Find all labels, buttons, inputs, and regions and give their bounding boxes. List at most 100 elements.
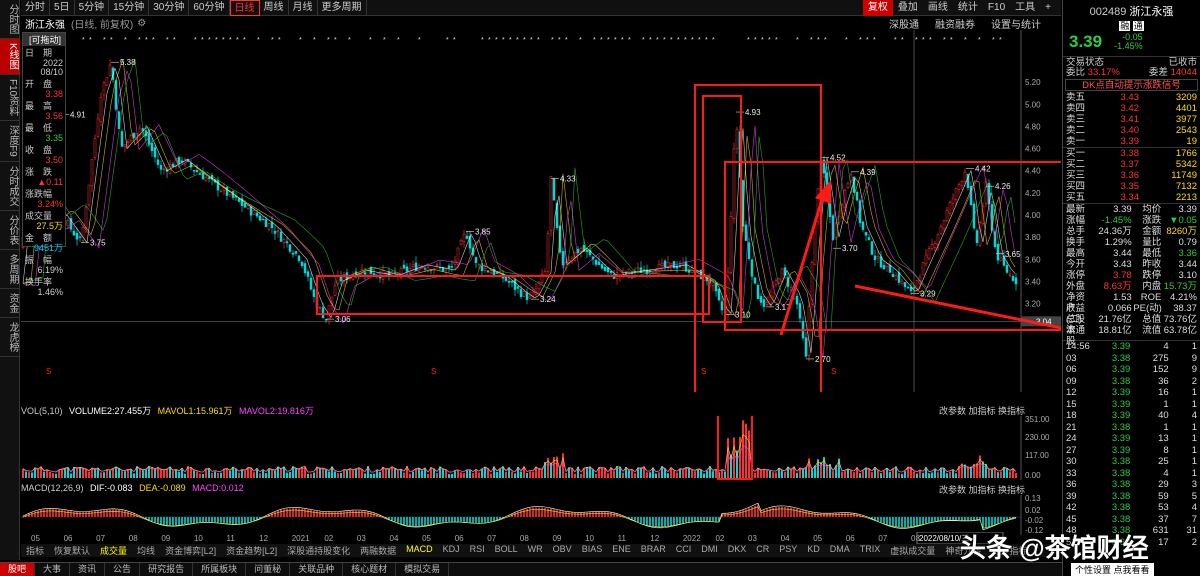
tool-6[interactable]: + — [1040, 0, 1056, 16]
indicator-tab-0[interactable]: 指标 — [21, 544, 49, 557]
bottom-tab-4[interactable]: 研究报告 — [140, 563, 194, 576]
tick-count-12: 3 — [1191, 479, 1197, 490]
tool-2[interactable]: 画线 — [923, 0, 953, 16]
stat-value-a-1: -1.45% — [1101, 215, 1132, 226]
period-tab-2[interactable]: 5分钟 — [75, 0, 110, 16]
svg-text:*: * — [327, 37, 330, 44]
tick-list[interactable]: 14:56 3.39 4 1 03 3.38 275 9 06 3.39 152 9 09 3.38 36 2… — [1063, 340, 1200, 548]
period-tab-1[interactable]: 5日 — [50, 0, 75, 16]
leftnav-item-2[interactable]: F10资料 — [0, 75, 20, 121]
price-label-p433: 4.33 — [560, 174, 576, 183]
indicator-tab-14[interactable]: BIAS — [577, 544, 608, 557]
indicator-tab-13[interactable]: OBV — [548, 544, 577, 557]
indicator-tab-9[interactable]: KDJ — [438, 544, 465, 557]
stat-value-a-11: 18.81亿 — [1098, 325, 1132, 336]
period-tab-7[interactable]: 周线 — [260, 0, 289, 16]
period-tab-6[interactable]: 日线 — [229, 0, 260, 16]
leftnav-item-0[interactable]: 分时图 — [0, 0, 20, 39]
leftnav-item-4[interactable]: 分时成交 — [0, 162, 20, 211]
indicator-tab-8[interactable]: MACD — [401, 544, 438, 557]
svg-text:S: S — [46, 367, 51, 376]
indicator-tab-3[interactable]: 均线 — [132, 544, 160, 557]
svg-text:*: * — [530, 37, 533, 44]
indicator-tab-2[interactable]: 成交量 — [95, 544, 132, 557]
bid-row-4-label: 买五 — [1066, 192, 1086, 203]
indicator-tab-20[interactable]: CR — [751, 544, 774, 557]
indicator-tab-25[interactable]: 虚拟成交量 — [885, 544, 940, 557]
indicator-tab-24[interactable]: TRIX — [855, 544, 886, 557]
svg-text:*: * — [894, 37, 897, 44]
svg-text:*: * — [607, 37, 610, 44]
bottom-tab-2[interactable]: 资讯 — [70, 563, 106, 576]
leftnav-item-5[interactable]: 分价表 — [0, 211, 20, 250]
bottom-tab-8[interactable]: 核心题材 — [343, 563, 397, 576]
indicator-tab-10[interactable]: RSI — [465, 544, 490, 557]
indicator-tab-6[interactable]: 深股通持股变化 — [282, 544, 355, 557]
stat-value-b-11: 63.78亿 — [1163, 325, 1197, 336]
tick-price-10: 3.38 — [1111, 456, 1131, 467]
stat-label-b-2: 金额 — [1142, 226, 1162, 237]
subbar-link-1[interactable]: 融资融券 — [935, 16, 975, 31]
period-tab-4[interactable]: 30分钟 — [149, 0, 190, 16]
kline-chart[interactable]: 5.20 5.00 4.80 4.60 4.40 4.20 4.00 3.80 3.60 3.40… — [21, 30, 1061, 392]
indicator-tab-1[interactable]: 恢复默认 — [49, 544, 95, 557]
subbar-link-2[interactable]: 设置与统计 — [991, 16, 1041, 31]
svg-text:*: * — [859, 37, 862, 44]
tool-4[interactable]: F10 — [983, 0, 1010, 16]
indicator-tab-22[interactable]: KD — [802, 544, 825, 557]
info-box[interactable]: [可拖动] 日 期 2022 08/10 开 盘 3.38 最 高 3.56 最 低 3.35 收… — [22, 32, 66, 297]
leftnav-item-7[interactable]: 资金 — [0, 289, 20, 318]
bottom-tab-0[interactable]: 股吧 — [0, 563, 36, 576]
bottom-tab-3[interactable]: 公告 — [105, 563, 141, 576]
tool-0[interactable]: 复权 — [862, 0, 893, 16]
svg-text:*: * — [684, 37, 687, 44]
tick-price-3: 3.38 — [1111, 375, 1131, 387]
bottom-tab-9[interactable]: 模拟交易 — [396, 563, 450, 576]
period-tab-8[interactable]: 月线 — [289, 0, 318, 16]
svg-text:*: * — [103, 37, 106, 44]
watermark: 头条 @茶馆财经 — [960, 533, 1149, 563]
period-tab-3[interactable]: 15分钟 — [109, 0, 150, 16]
period-tab-9[interactable]: 更多周期 — [318, 0, 367, 16]
indicator-tab-5[interactable]: 资金趋势[L2] — [221, 544, 282, 557]
leftnav-item-3[interactable]: 深度F9 — [0, 121, 20, 162]
ask-row-2-price: 3.41 — [1120, 114, 1140, 125]
indicator-tab-11[interactable]: BOLL — [490, 544, 523, 557]
bottom-tab-6[interactable]: 问董秘 — [246, 563, 291, 576]
indicator-tab-19[interactable]: DKX — [723, 544, 752, 557]
leftnav-item-6[interactable]: 多周期 — [0, 250, 20, 289]
stat-row-10: 总股本 21.76亿 总值 73.76亿 — [1063, 314, 1200, 336]
indicator-tab-21[interactable]: PSY — [774, 544, 802, 557]
leftnav-item-8[interactable]: 龙虎榜 — [0, 318, 20, 357]
tool-5[interactable]: 工具 — [1010, 0, 1040, 16]
signal-link[interactable]: DK点自动提示涨跌信号 — [1065, 79, 1198, 91]
tick-count-6: 4 — [1191, 410, 1197, 421]
bottom-tab-5[interactable]: 所属板块 — [193, 563, 247, 576]
gear-icon[interactable]: ⚙ — [137, 18, 146, 29]
leftnav-item-1[interactable]: K线图 — [0, 39, 20, 75]
period-tab-0[interactable]: 分时 — [21, 0, 50, 16]
price-pct: -1.45% — [1114, 41, 1143, 51]
price-label-p375: 3.75 — [90, 239, 106, 248]
x-tick-19: 12 — [650, 534, 659, 543]
period-tab-5[interactable]: 60分钟 — [189, 0, 230, 16]
tool-1[interactable]: 叠加 — [893, 0, 923, 16]
indicator-tab-12[interactable]: WR — [523, 544, 548, 557]
tick-time-11: 33 — [1066, 467, 1077, 479]
y-tick-8: 3.60 — [1025, 255, 1041, 264]
indicator-tab-15[interactable]: ENE — [607, 544, 636, 557]
bottom-tab-7[interactable]: 关联品种 — [290, 563, 344, 576]
bottom-tab-1[interactable]: 大事 — [35, 563, 71, 576]
indicator-tab-7[interactable]: 两融数据 — [355, 544, 401, 557]
indicator-tab-16[interactable]: BRAR — [636, 544, 671, 557]
tool-3[interactable]: 统计 — [953, 0, 983, 16]
tick-count-2: 9 — [1191, 364, 1197, 375]
indicator-tab-4[interactable]: 资金博弈[L2] — [160, 544, 221, 557]
indicator-tab-18[interactable]: DMI — [696, 544, 723, 557]
ask-row-1-label: 卖四 — [1066, 103, 1086, 114]
subbar-link-0[interactable]: 深股通 — [889, 16, 919, 31]
indicator-tab-17[interactable]: CCI — [671, 544, 697, 557]
status-value: 已收市 — [1168, 57, 1197, 68]
x-tick-0: 05 — [31, 534, 40, 543]
indicator-tab-23[interactable]: DMA — [825, 544, 855, 557]
